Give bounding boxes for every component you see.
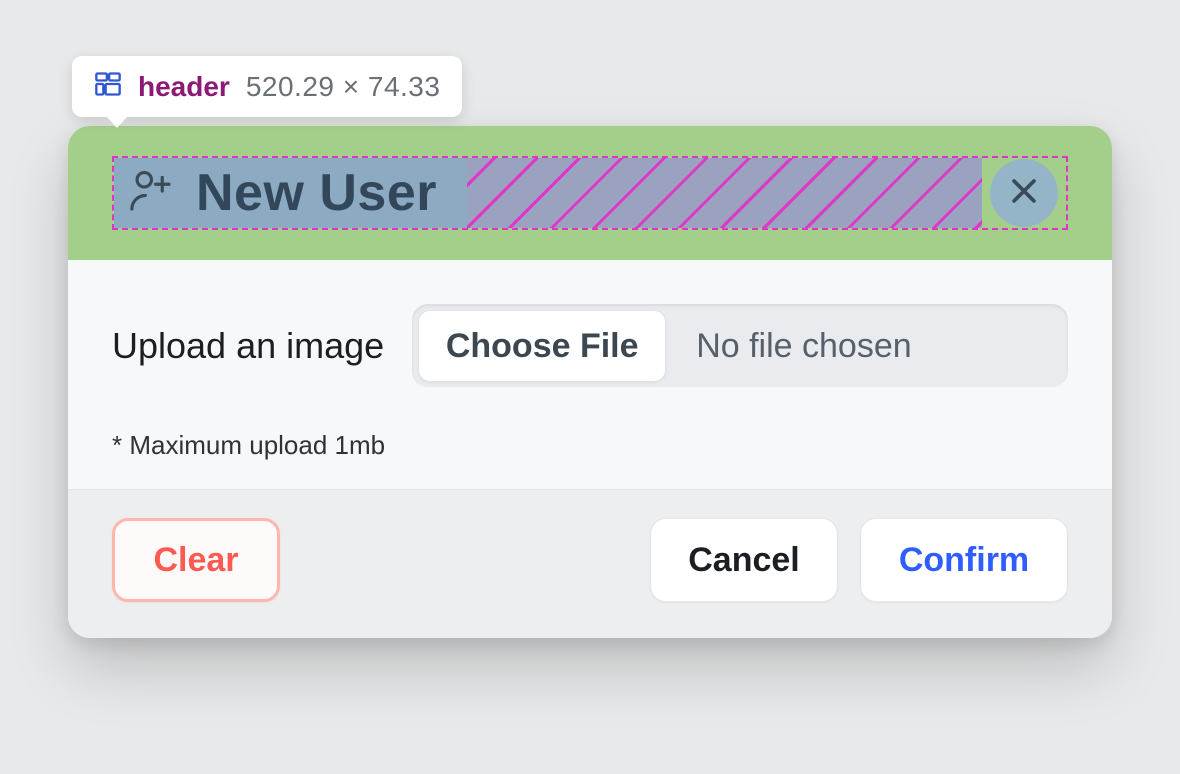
close-button[interactable] (990, 159, 1058, 227)
close-icon (1007, 174, 1041, 213)
layout-grid-icon (94, 70, 122, 103)
tooltip-dimensions: 520.29 × 74.33 (246, 71, 441, 103)
file-input[interactable]: Choose File No file chosen (412, 304, 1068, 388)
dialog-footer: Clear Cancel Confirm (68, 489, 1112, 638)
file-status-text: No file chosen (672, 304, 1068, 388)
choose-file-button[interactable]: Choose File (418, 310, 666, 382)
user-plus-icon (124, 164, 178, 223)
dialog-title: New User (196, 163, 437, 223)
dialog-header-title-group: New User (114, 158, 467, 228)
dialog-header: New User (112, 156, 1068, 230)
clear-button[interactable]: Clear (112, 518, 280, 602)
dialog-header-padding: New User (68, 126, 1112, 260)
upload-row: Upload an image Choose File No file chos… (112, 304, 1068, 388)
new-user-dialog: New User Upload an image Choose Fil (68, 126, 1112, 638)
devtools-tooltip: header 520.29 × 74.33 (72, 56, 462, 117)
upload-hint: * Maximum upload 1mb (112, 430, 1068, 461)
tooltip-element-tag: header (138, 71, 230, 103)
dialog-body: Upload an image Choose File No file chos… (68, 260, 1112, 489)
cancel-button[interactable]: Cancel (650, 518, 838, 602)
dialog-header-flex-gap (467, 158, 982, 228)
upload-label: Upload an image (112, 325, 384, 367)
dialog-close-wrap (982, 158, 1066, 228)
confirm-button[interactable]: Confirm (860, 518, 1068, 602)
